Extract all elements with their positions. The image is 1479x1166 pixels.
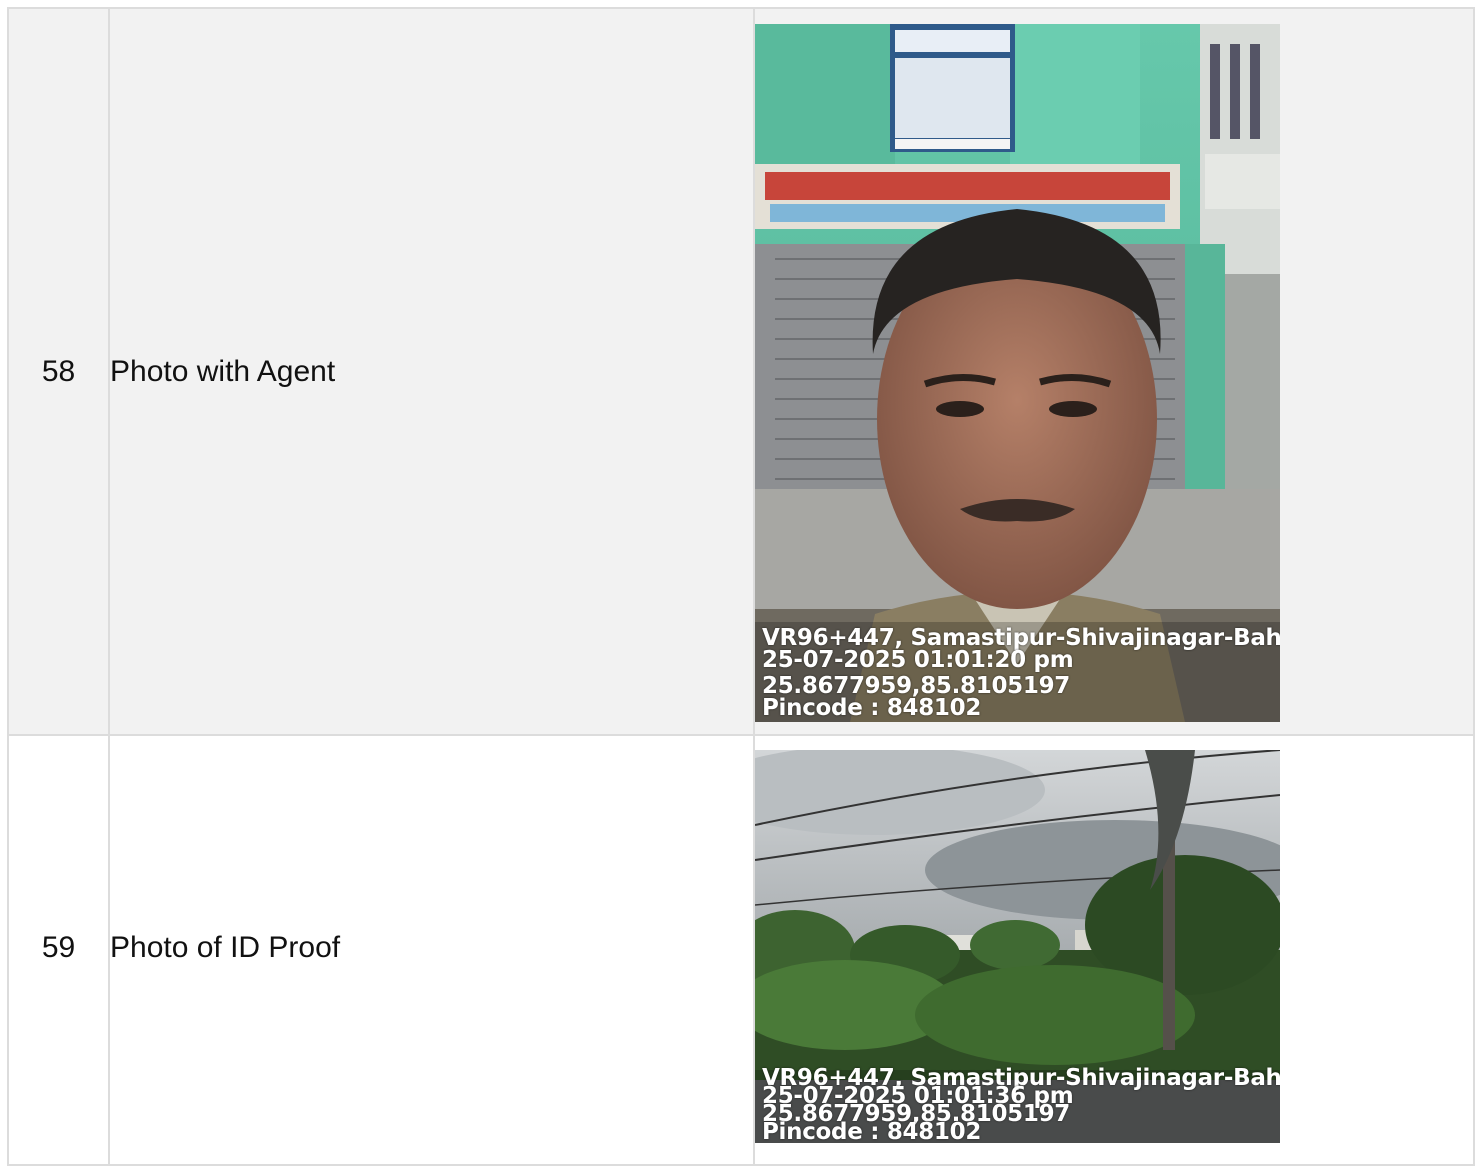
photo-geotag-stamp: VR96+447, Samastipur-Shivajinagar-Baheri…: [762, 624, 1280, 721]
table-row: 58 Photo with Agent VR96+447, Samastipur…: [7, 7, 1475, 736]
photo-geotag-stamp: VR96+447, Samastipur-Shivajinagar-Baheri…: [762, 1067, 1280, 1144]
row-label: Photo with Agent: [108, 7, 755, 736]
photo-cell: VR96+447, Samastipur-Shivajinagar-Baheri…: [753, 734, 1475, 1166]
agent-selfie-photo[interactable]: VR96+447, Samastipur-Shivajinagar-Baheri…: [755, 23, 1280, 722]
agent-selfie-image: [755, 23, 1280, 722]
stamp-datetime: 25-07-2025 01:01:20 pm: [762, 646, 1074, 673]
row-label: Photo of ID Proof: [108, 734, 755, 1166]
row-number: 59: [7, 734, 110, 1166]
row-number: 58: [7, 7, 110, 736]
photo-table: 58 Photo with Agent VR96+447, Samastipur…: [7, 7, 1475, 1166]
stamp-location: VR96+447, Samastipur-Shivajinagar-Baheri: [762, 624, 1280, 651]
photo-cell: VR96+447, Samastipur-Shivajinagar-Baheri…: [753, 7, 1475, 736]
id-proof-photo[interactable]: VR96+447, Samastipur-Shivajinagar-Baheri…: [755, 750, 1280, 1143]
stamp-pincode: Pincode : 848102: [762, 694, 982, 721]
table-row: 59 Photo of ID Proof VR96+447, Samastipu…: [7, 734, 1475, 1166]
stamp-coordinates: 25.8677959,85.8105197: [762, 672, 1070, 699]
